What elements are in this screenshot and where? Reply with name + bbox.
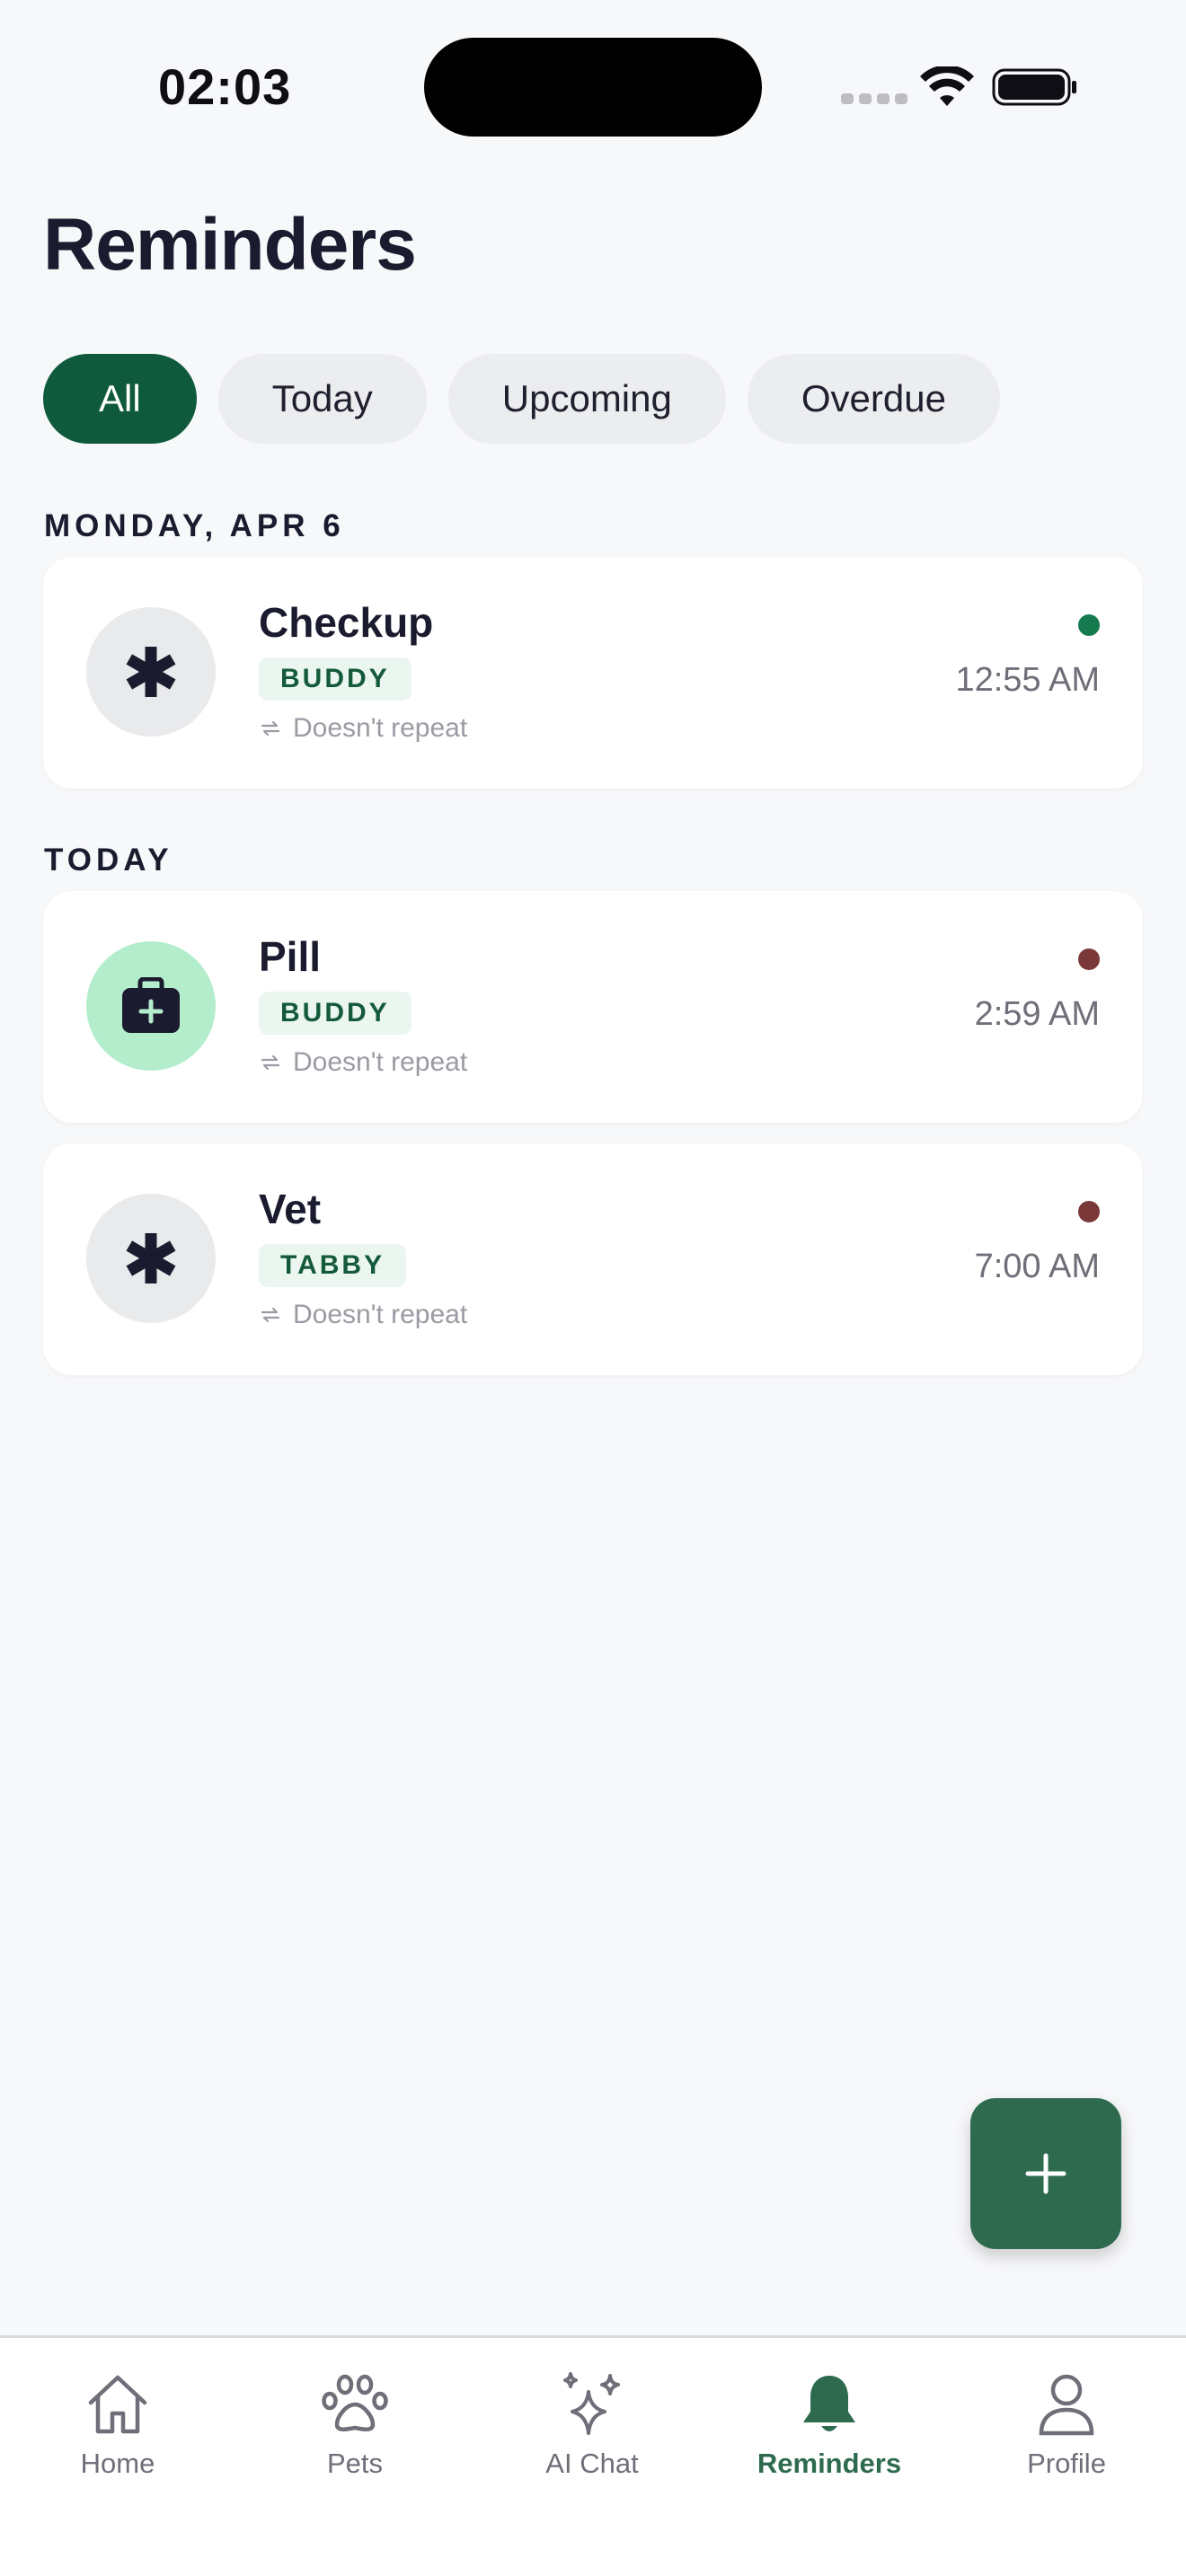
reminder-type-avatar [86, 941, 216, 1071]
user-icon [1039, 2374, 1094, 2436]
status-dot [1078, 614, 1100, 636]
reminder-time: 2:59 AM [974, 995, 1100, 1033]
plus-icon [1025, 2153, 1067, 2194]
repeat-icon [261, 1054, 280, 1071]
cellular-signal-icon [841, 93, 907, 104]
section-header: TODAY [44, 842, 173, 878]
dynamic-island [424, 38, 762, 137]
tab-pets[interactable]: Pets [265, 2370, 445, 2496]
reminder-card[interactable]: Checkup BUDDY Doesn't repeat 12:55 AM [43, 557, 1143, 789]
asterisk-icon [126, 647, 176, 697]
medkit-icon [122, 977, 180, 1033]
tab-label: Reminders [757, 2448, 902, 2479]
reminder-type-avatar [86, 1194, 216, 1323]
reminder-time: 12:55 AM [955, 661, 1100, 699]
add-reminder-button[interactable] [970, 2098, 1121, 2249]
reminder-type-avatar [86, 607, 216, 737]
page-title: Reminders [43, 204, 417, 286]
reminder-card[interactable]: Vet TABBY Doesn't repeat 7:00 AM [43, 1143, 1143, 1375]
tab-profile[interactable]: Profile [977, 2370, 1156, 2496]
tab-bar: Home Pets AI Chat Reminders Profile [0, 2335, 1186, 2576]
asterisk-icon [126, 1233, 176, 1284]
repeat-icon [261, 1307, 280, 1323]
pet-badge: TABBY [259, 1244, 407, 1287]
home-icon [88, 2375, 147, 2434]
tab-home[interactable]: Home [28, 2370, 208, 2496]
filter-chip-all[interactable]: All [43, 354, 197, 444]
filter-chips: All Today Upcoming Overdue [43, 354, 1000, 444]
filter-chip-overdue[interactable]: Overdue [747, 354, 1000, 444]
battery-icon [992, 68, 1076, 106]
tab-ai-chat[interactable]: AI Chat [502, 2370, 682, 2496]
filter-chip-upcoming[interactable]: Upcoming [447, 354, 726, 444]
reminder-card[interactable]: Pill BUDDY Doesn't repeat 2:59 AM [43, 891, 1143, 1123]
pet-badge: BUDDY [259, 992, 412, 1035]
bell-icon [803, 2376, 855, 2431]
status-bar: 02:03 [0, 0, 1186, 171]
wifi-icon [920, 66, 974, 106]
reminder-time: 7:00 AM [974, 1248, 1100, 1285]
pet-badge: BUDDY [259, 657, 412, 701]
tab-label: Pets [326, 2448, 384, 2479]
reminder-title: Checkup [259, 599, 434, 646]
status-time: 02:03 [158, 58, 292, 115]
repeat-label: Doesn't repeat [293, 1300, 468, 1329]
section-header: MONDAY, APR 6 [44, 508, 345, 543]
repeat-label: Doesn't repeat [293, 713, 468, 743]
repeat-label: Doesn't repeat [293, 1047, 468, 1077]
paw-icon [322, 2374, 388, 2431]
repeat-info: Doesn't repeat [259, 1300, 467, 1330]
tab-label: Profile [1027, 2448, 1106, 2479]
repeat-icon [261, 720, 280, 737]
sparkles-icon [563, 2372, 620, 2435]
reminder-title: Vet [259, 1186, 322, 1232]
status-dot [1078, 948, 1100, 970]
reminder-title: Pill [259, 933, 322, 980]
repeat-info: Doesn't repeat [259, 713, 467, 744]
tab-label: AI Chat [545, 2448, 639, 2479]
status-dot [1078, 1201, 1100, 1222]
tab-reminders[interactable]: Reminders [739, 2370, 919, 2496]
repeat-info: Doesn't repeat [259, 1047, 467, 1078]
filter-chip-today[interactable]: Today [217, 354, 427, 444]
tab-label: Home [80, 2448, 155, 2479]
